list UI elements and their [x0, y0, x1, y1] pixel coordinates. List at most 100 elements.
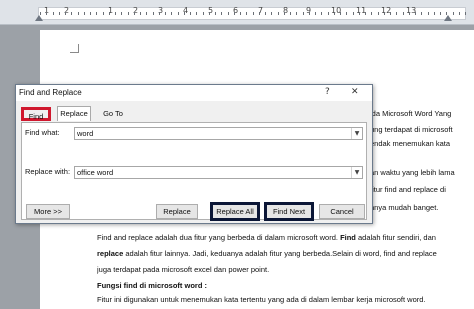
doc-text-fragment: ida Microsoft Word Yang — [370, 109, 452, 118]
more-button[interactable]: More >> — [26, 204, 70, 219]
ruler-tick — [165, 12, 166, 15]
dialog-titlebar[interactable]: Find and Replace ? ✕ — [16, 85, 372, 101]
replace-button[interactable]: Replace — [156, 204, 198, 219]
horizontal-ruler[interactable]: 1 2 1 2 3 4 5 6 7 8 9 10 11 12 13 — [0, 0, 474, 25]
ruler-tick — [209, 12, 210, 15]
ruler-tick — [378, 12, 379, 15]
ruler-tick — [309, 12, 310, 15]
ruler-tick — [365, 12, 366, 15]
doc-text-fragment: an waktu yang lebih lama — [370, 168, 455, 177]
ruler-tick — [434, 12, 435, 15]
ruler-tick — [78, 12, 79, 15]
ruler-tick — [346, 12, 347, 15]
ruler-tick — [384, 12, 385, 15]
ruler-tick — [96, 12, 97, 15]
ruler-tick — [321, 12, 322, 15]
find-next-button[interactable]: Find Next — [264, 202, 314, 221]
crop-mark-top-left — [70, 44, 79, 53]
ruler-tick — [153, 12, 154, 15]
text-run: adalah fitur lainnya. Jadi, keduanya ada… — [123, 249, 437, 258]
ruler-tick — [259, 12, 260, 15]
ruler-tick — [340, 12, 341, 15]
ruler-tick — [440, 12, 441, 15]
doc-text-fragment: ung terdapat di microsoft — [370, 125, 453, 134]
ruler-tick — [353, 12, 354, 15]
ruler-tick — [215, 12, 216, 15]
ruler-tick — [253, 12, 254, 15]
tab-replace[interactable]: Replace — [57, 106, 91, 121]
close-icon[interactable]: ✕ — [351, 87, 359, 97]
ruler-tick — [196, 12, 197, 15]
ruler-tick — [396, 12, 397, 15]
ruler-tick — [278, 12, 279, 15]
ruler-tick — [415, 12, 416, 15]
ruler-tick — [40, 12, 41, 15]
ruler-tick — [296, 12, 297, 15]
ruler-tick — [103, 12, 104, 15]
ruler-tick — [328, 12, 329, 15]
cancel-button[interactable]: Cancel — [319, 204, 365, 219]
text-run: adalah fitur sendiri, dan — [355, 233, 436, 242]
tab-go-to[interactable]: Go To — [101, 107, 125, 121]
ruler-tick — [53, 12, 54, 15]
ruler-tick — [390, 12, 391, 15]
replace-all-button[interactable]: Replace All — [210, 202, 260, 221]
paragraph-line: Find and replace adalah dua fitur yang b… — [97, 233, 471, 242]
dialog-title: Find and Replace — [19, 88, 82, 97]
ruler-tick — [453, 12, 454, 15]
ruler-tick — [284, 12, 285, 15]
left-indent-marker[interactable] — [35, 15, 43, 21]
replace-panel: Find what: word ▼ Replace with: office w… — [21, 122, 367, 221]
ruler-tick — [221, 12, 222, 15]
chevron-down-icon[interactable]: ▼ — [351, 167, 362, 178]
ruler-tick — [71, 12, 72, 15]
replace-with-label: Replace with: — [25, 167, 71, 176]
section-heading: Fungsi find di microsoft word : — [97, 281, 207, 290]
ruler-tick — [190, 12, 191, 15]
find-replace-dialog[interactable]: Find and Replace ? ✕ Find Replace Go To … — [15, 84, 373, 224]
ruler-tick — [184, 12, 185, 15]
doc-text-fragment: endak menemukan kata — [370, 139, 451, 148]
tab-find[interactable]: Find — [21, 107, 51, 121]
ruler-tick — [246, 12, 247, 15]
bold-term: Find — [340, 233, 356, 242]
paragraph-line: replace adalah fitur lainnya. Jadi, kedu… — [97, 249, 471, 258]
ruler-tick — [171, 12, 172, 15]
chevron-down-icon[interactable]: ▼ — [351, 128, 362, 139]
text-run: Find and replace adalah dua fitur yang b… — [97, 233, 341, 242]
ruler-tick — [459, 12, 460, 15]
ruler-tick — [115, 12, 116, 15]
ruler-tick — [203, 12, 204, 15]
ruler-tick — [121, 12, 122, 15]
ruler-tick — [371, 12, 372, 15]
ruler-tick — [303, 12, 304, 15]
replace-with-input[interactable]: office word ▼ — [74, 166, 363, 179]
ruler-tick — [159, 12, 160, 15]
ruler-tick — [271, 12, 272, 15]
ruler-tick — [90, 12, 91, 15]
ruler-tick — [240, 12, 241, 15]
paragraph-line: juga terdapat pada microsoft excel dan p… — [97, 265, 270, 274]
find-what-label: Find what: — [25, 128, 60, 137]
ruler-tick — [46, 12, 47, 15]
find-what-value: word — [77, 129, 94, 138]
ruler-tick — [403, 12, 404, 15]
right-indent-marker[interactable] — [444, 15, 452, 21]
ruler-tick — [65, 12, 66, 15]
ruler-tick — [421, 12, 422, 15]
doc-text-fragment: nnya mudah banget. — [370, 203, 439, 212]
ruler-tick — [109, 12, 110, 15]
ruler-tick — [146, 12, 147, 15]
ruler-tick — [134, 12, 135, 15]
ruler-tick — [465, 12, 466, 15]
doc-text-fragment: fitur find and replace di — [370, 185, 446, 194]
ruler-tick — [409, 12, 410, 15]
find-what-input[interactable]: word ▼ — [74, 127, 363, 140]
ruler-tick — [128, 12, 129, 15]
ruler-tick — [84, 12, 85, 15]
ruler-tick — [265, 12, 266, 15]
help-button[interactable]: ? — [325, 87, 330, 97]
replace-with-value: office word — [77, 168, 114, 177]
ruler-tick — [315, 12, 316, 15]
ruler-tick — [428, 12, 429, 15]
